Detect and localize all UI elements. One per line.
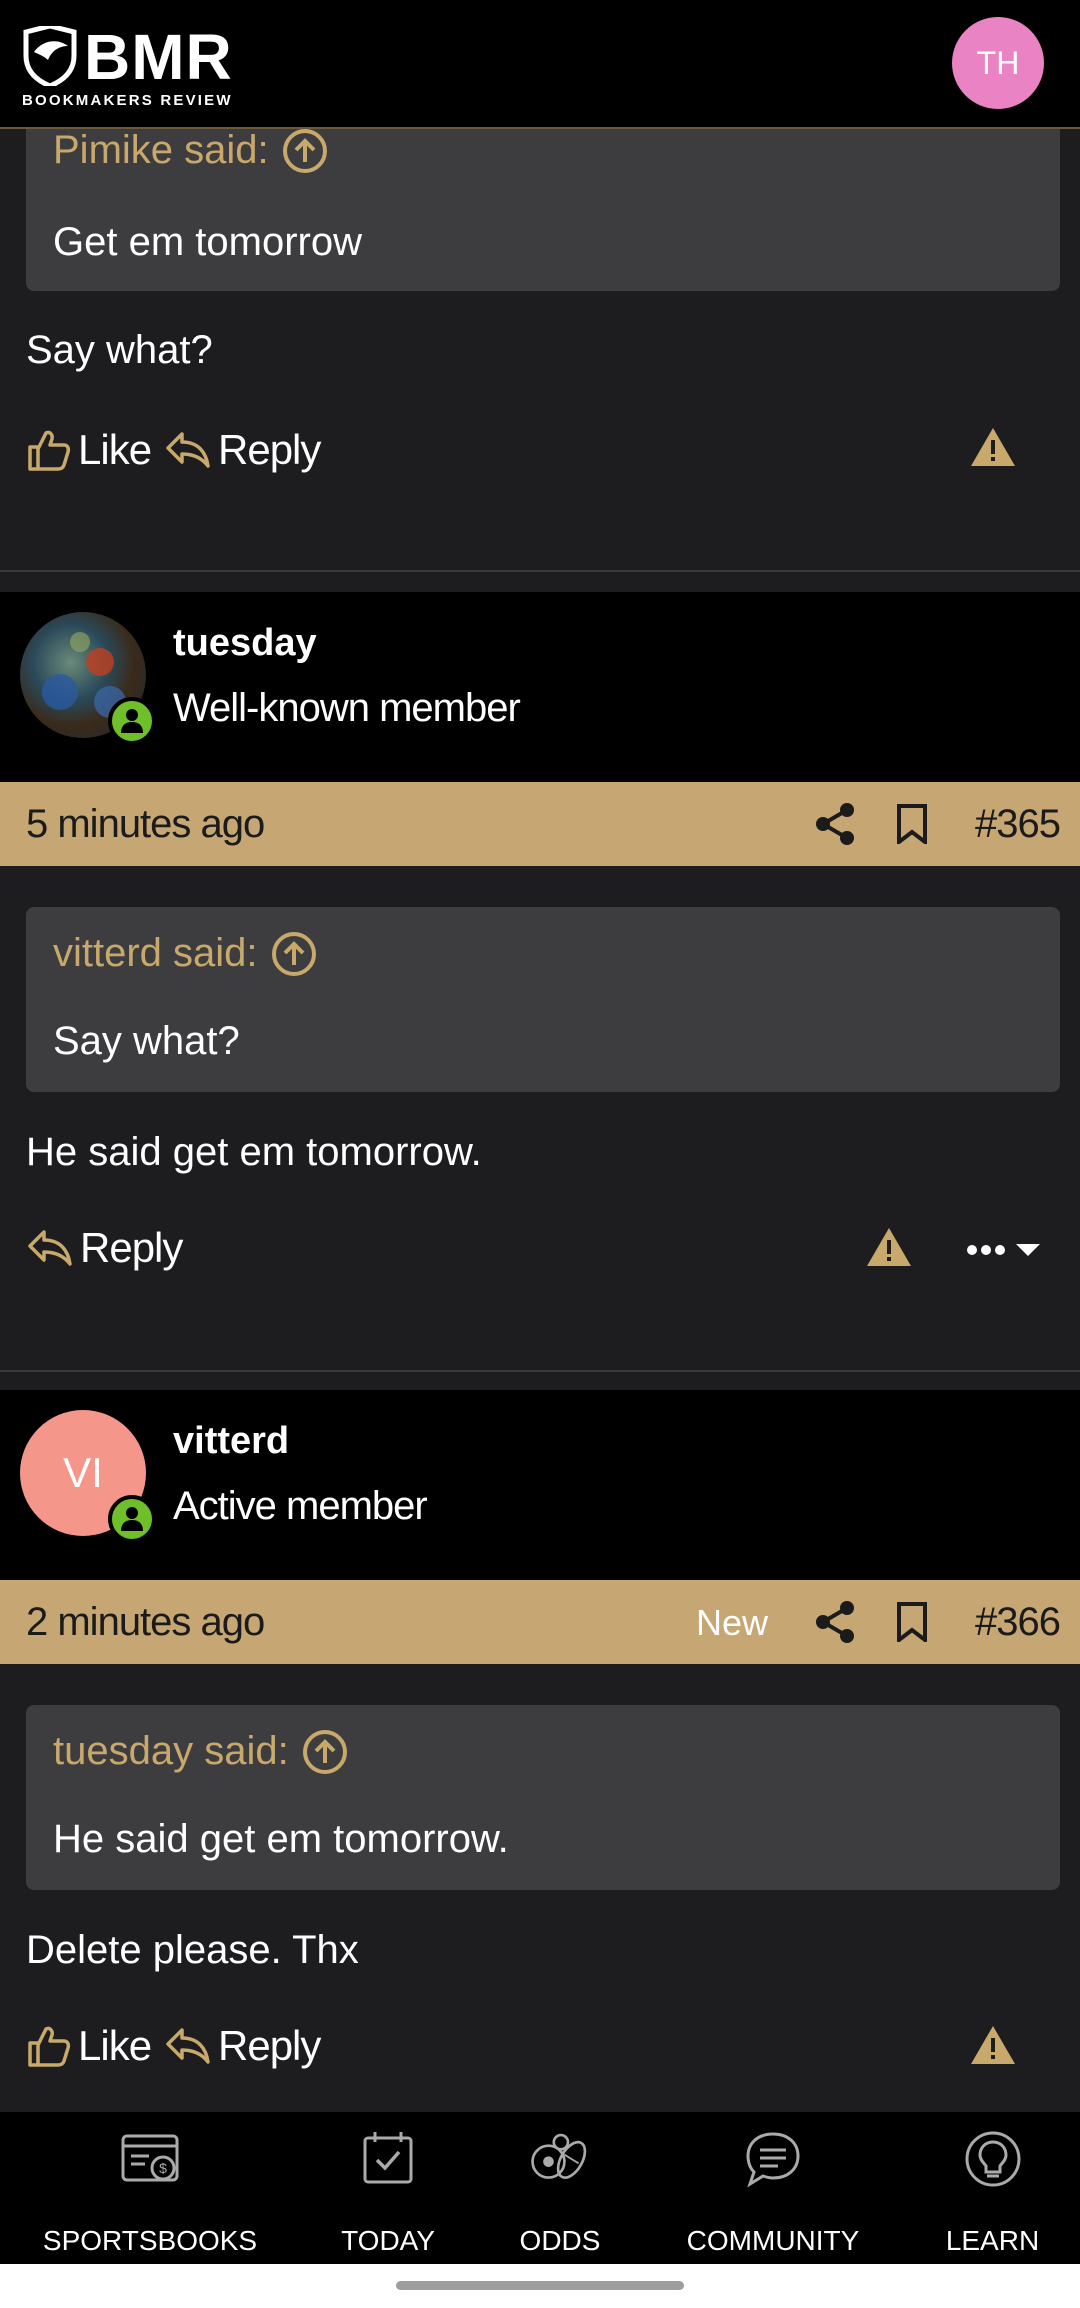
bmr-logo[interactable]: BMR BOOKMAKERS REVIEW bbox=[22, 24, 262, 110]
post-365-meta-bar: 5 minutes ago #365 bbox=[0, 782, 1080, 866]
reply-button[interactable]: Reply bbox=[26, 1224, 183, 1272]
nav-odds[interactable]: ODDS bbox=[500, 2128, 620, 2257]
quote-author[interactable]: Pimike said: bbox=[53, 128, 269, 173]
jump-to-quote-icon[interactable] bbox=[282, 128, 327, 173]
jump-to-quote-icon[interactable] bbox=[302, 1729, 347, 1774]
reply-label: Reply bbox=[218, 426, 321, 473]
quote-text: Get em tomorrow bbox=[53, 220, 362, 264]
nav-label: TODAY bbox=[341, 2225, 435, 2256]
post-message: Say what? bbox=[26, 328, 213, 372]
svg-text:$: $ bbox=[159, 2160, 167, 2176]
quote-block: vitterd said: Say what? bbox=[26, 907, 1060, 1092]
nav-sportsbooks[interactable]: $ SPORTSBOOKS bbox=[40, 2128, 260, 2257]
quote-author[interactable]: vitterd said: bbox=[53, 931, 258, 976]
like-button[interactable]: Like bbox=[26, 2022, 152, 2070]
jump-to-quote-icon[interactable] bbox=[271, 931, 316, 976]
nav-learn[interactable]: LEARN bbox=[930, 2128, 1055, 2257]
quote-block: tuesday said: He said get em tomorrow. bbox=[26, 1705, 1060, 1890]
more-options-icon[interactable] bbox=[966, 1240, 1042, 1260]
user-role: Well-known member bbox=[173, 686, 521, 730]
lightbulb-icon bbox=[965, 2131, 1020, 2187]
logo-tagline: BOOKMAKERS REVIEW bbox=[22, 92, 233, 109]
quote-text: Say what? bbox=[53, 1019, 240, 1063]
nav-label: SPORTSBOOKS bbox=[42, 2225, 258, 2256]
new-badge: New bbox=[695, 1602, 768, 1643]
nav-label: ODDS bbox=[519, 2225, 601, 2256]
user-avatar[interactable]: TH bbox=[952, 17, 1044, 109]
post-365-body: vitterd said: Say what? He said get em t… bbox=[0, 866, 1080, 1372]
share-icon[interactable] bbox=[815, 1600, 855, 1644]
sportsbooks-icon: $ bbox=[121, 2134, 179, 2182]
bookmark-icon[interactable] bbox=[896, 804, 928, 844]
like-button[interactable]: Like bbox=[26, 426, 152, 474]
calendar-check-icon bbox=[363, 2132, 413, 2184]
home-indicator[interactable] bbox=[396, 2281, 684, 2290]
reply-arrow-icon bbox=[166, 432, 210, 468]
online-status-icon bbox=[108, 1495, 156, 1543]
nav-label: COMMUNITY bbox=[686, 2225, 860, 2256]
reply-button[interactable]: Reply bbox=[164, 2022, 321, 2070]
like-label: Like bbox=[78, 426, 152, 473]
report-warning-icon[interactable] bbox=[970, 2024, 1016, 2066]
reply-button[interactable]: Reply bbox=[164, 426, 321, 474]
username[interactable]: tuesday bbox=[173, 622, 317, 665]
post-time[interactable]: 2 minutes ago bbox=[26, 1600, 265, 1645]
thumbs-up-icon bbox=[28, 2026, 71, 2067]
reply-label: Reply bbox=[80, 1224, 183, 1271]
username[interactable]: vitterd bbox=[173, 1420, 289, 1463]
avatar-initials: VI bbox=[63, 1449, 103, 1496]
quote-author[interactable]: tuesday said: bbox=[53, 1729, 289, 1774]
post-365-user-bar: tuesday Well-known member bbox=[0, 592, 1080, 782]
reply-arrow-icon bbox=[28, 1230, 72, 1266]
shield-logo-icon bbox=[23, 26, 77, 86]
bookmark-icon[interactable] bbox=[896, 1602, 928, 1642]
chat-icon bbox=[746, 2132, 800, 2188]
post-message: Delete please. Thx bbox=[26, 1928, 359, 1972]
nav-community[interactable]: COMMUNITY bbox=[676, 2128, 870, 2257]
post-number[interactable]: #366 bbox=[975, 1600, 1061, 1645]
nav-label: LEARN bbox=[945, 2225, 1040, 2256]
quote-block: Pimike said: Get em tomorrow bbox=[26, 110, 1060, 291]
like-label: Like bbox=[78, 2022, 152, 2069]
reply-label: Reply bbox=[218, 2022, 321, 2069]
logo-wordmark: BMR bbox=[84, 21, 233, 93]
post-366-user-bar: VI vitterd Active member bbox=[0, 1390, 1080, 1580]
report-warning-icon[interactable] bbox=[970, 426, 1016, 468]
share-icon[interactable] bbox=[815, 802, 855, 846]
post-366-body: tuesday said: He said get em tomorrow. D… bbox=[0, 1664, 1080, 2112]
post-366-meta-bar: 2 minutes ago New #366 bbox=[0, 1580, 1080, 1664]
balls-icon bbox=[531, 2133, 587, 2179]
nav-today[interactable]: TODAY bbox=[318, 2128, 458, 2257]
user-role: Active member bbox=[173, 1484, 428, 1528]
app-header: BMR BOOKMAKERS REVIEW TH bbox=[0, 0, 1080, 129]
thumbs-up-icon bbox=[28, 430, 71, 471]
post-message: He said get em tomorrow. bbox=[26, 1130, 482, 1174]
reply-arrow-icon bbox=[166, 2028, 210, 2064]
quote-text: He said get em tomorrow. bbox=[53, 1817, 509, 1861]
report-warning-icon[interactable] bbox=[866, 1226, 912, 1268]
online-status-icon bbox=[108, 697, 156, 745]
post-time[interactable]: 5 minutes ago bbox=[26, 802, 265, 847]
post-number[interactable]: #365 bbox=[975, 802, 1061, 847]
